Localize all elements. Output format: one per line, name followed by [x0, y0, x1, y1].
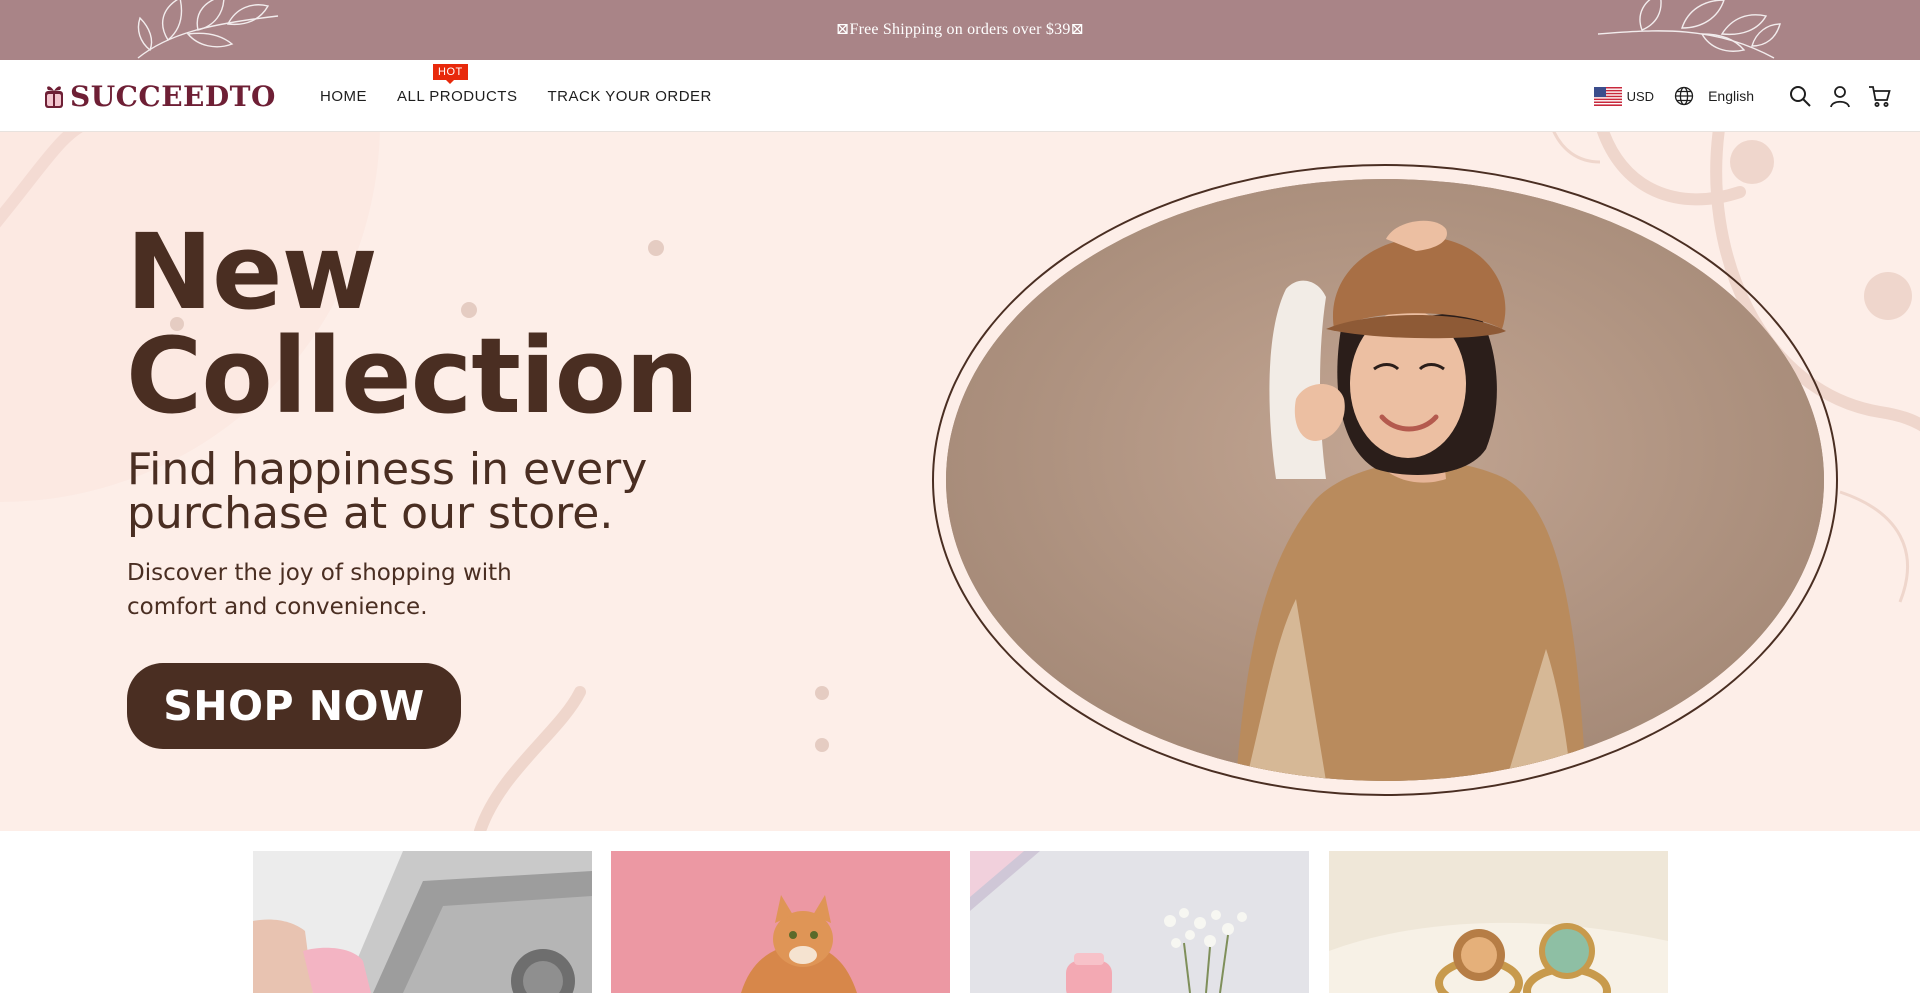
globe-icon: [1674, 86, 1694, 106]
flowers-bottle-image: [970, 851, 1309, 993]
category-card-jewelry[interactable]: [1329, 851, 1668, 993]
hero-title-line-2: Collection: [126, 315, 699, 437]
nav-home[interactable]: HOME: [320, 88, 367, 105]
announcement-bar: ⊠Free Shipping on orders over $39⊠: [0, 0, 1920, 60]
language-selector[interactable]: English: [1674, 86, 1754, 106]
hot-badge: HOT: [433, 63, 468, 84]
logo-text: SUCCEEDTO: [70, 79, 276, 113]
category-cards: [0, 831, 1920, 993]
kitchen-sink-image: [253, 851, 592, 993]
category-card-kitchen[interactable]: [253, 851, 592, 993]
cart-icon[interactable]: [1868, 84, 1892, 108]
currency-selector[interactable]: USD: [1593, 86, 1655, 106]
hero-description: Discover the joy of shopping with comfor…: [127, 560, 512, 620]
gift-box-logo-icon: [45, 86, 63, 108]
header-actions: USD English: [1593, 60, 1892, 132]
category-card-beauty[interactable]: [970, 851, 1309, 993]
nav-track-order[interactable]: TRACK YOUR ORDER: [547, 88, 711, 105]
hero-title: New Collection: [126, 211, 699, 437]
us-flag-icon: [1593, 86, 1622, 106]
logo[interactable]: SUCCEEDTO: [42, 78, 276, 114]
category-card-pets[interactable]: [611, 851, 950, 993]
nav-all-products[interactable]: HOT ALL PRODUCTS: [397, 63, 518, 105]
language-label: English: [1708, 88, 1754, 104]
site-header: SUCCEEDTO HOME HOT ALL PRODUCTS TRACK YO…: [0, 60, 1920, 132]
leaf-decoration-icon: [1597, 0, 1781, 59]
rings-image: [1329, 851, 1668, 993]
currency-label: USD: [1626, 88, 1655, 104]
account-icon[interactable]: [1828, 84, 1852, 108]
nav-all-products-label: ALL PRODUCTS: [397, 87, 518, 105]
shop-now-button[interactable]: SHOP NOW: [127, 663, 461, 749]
hero-subtitle: Find happiness in every purchase at our …: [127, 444, 648, 539]
hero-model-image: [946, 179, 1824, 781]
cat-image: [611, 851, 950, 993]
search-icon[interactable]: [1788, 84, 1812, 108]
main-nav: HOME HOT ALL PRODUCTS TRACK YOUR ORDER: [320, 60, 742, 132]
hero-title-line-1: New: [126, 211, 378, 333]
hero-banner: New Collection Find happiness in every p…: [0, 132, 1920, 831]
